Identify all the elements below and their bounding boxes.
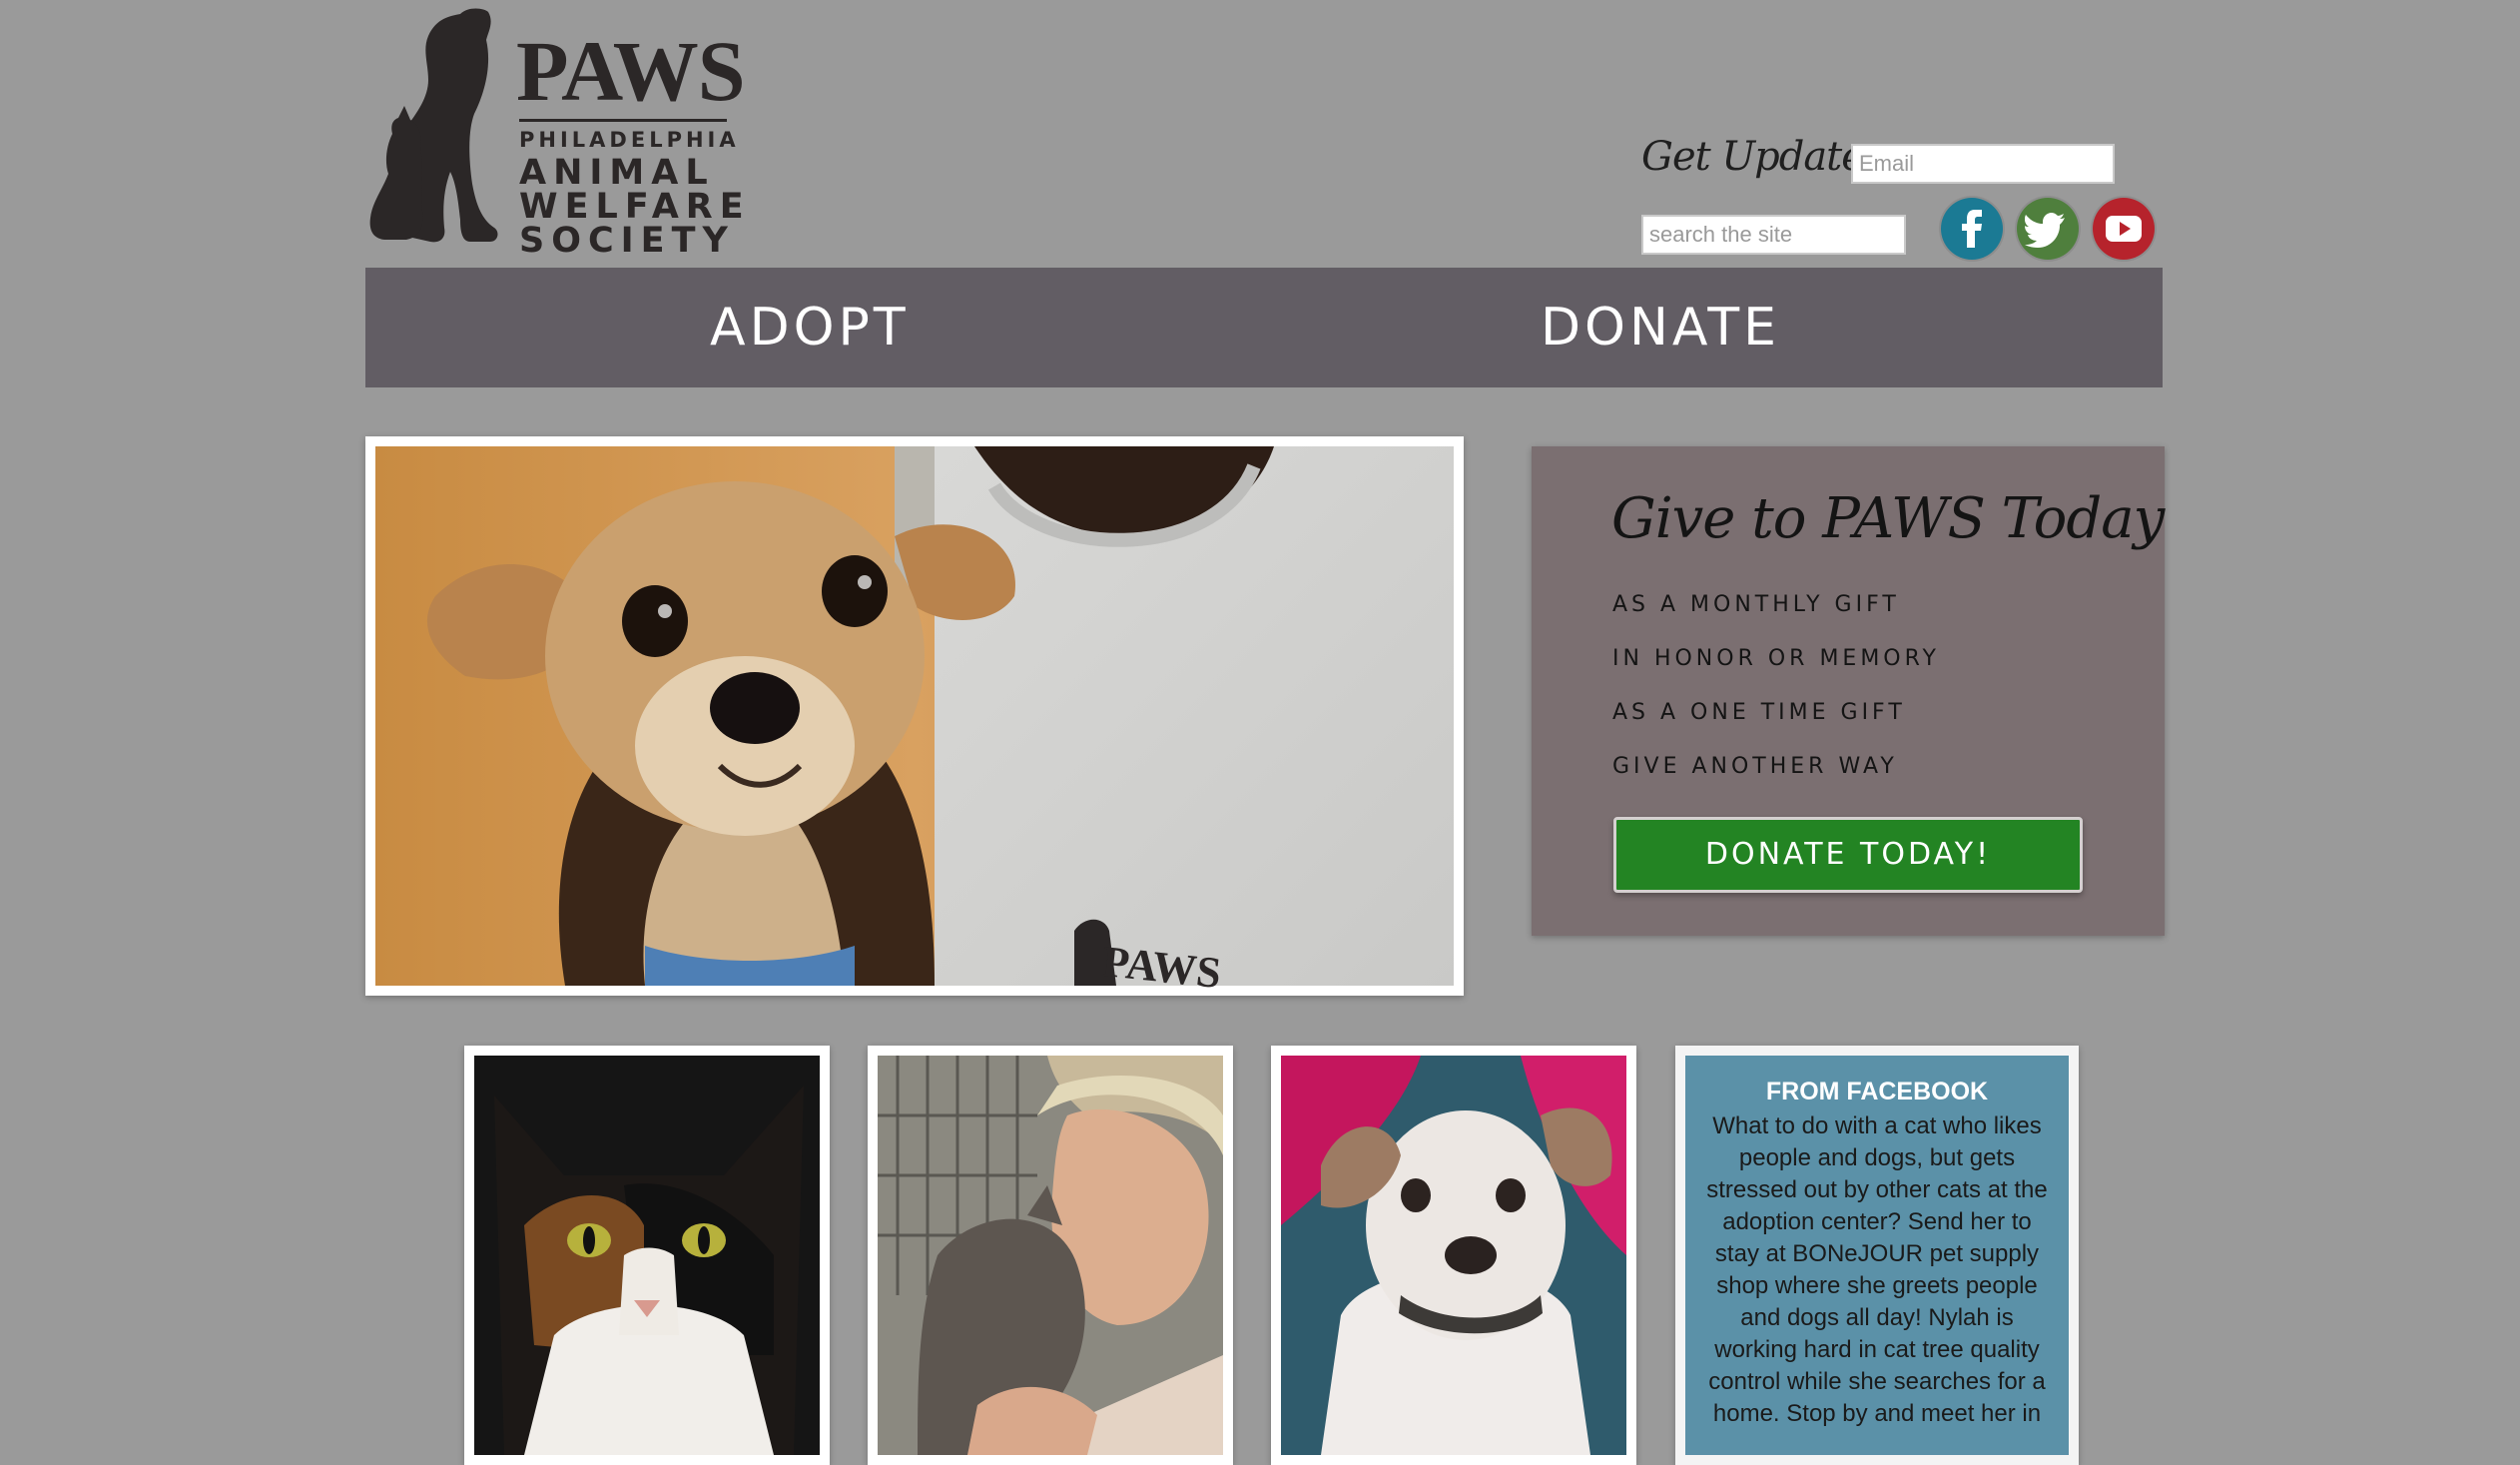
hero-shirt-text: PAWS xyxy=(1099,936,1224,999)
give-title: Give to PAWS Today xyxy=(1611,486,2165,551)
give-link-monthly[interactable]: AS A MONTHLY GIFT xyxy=(1612,592,1900,617)
twitter-icon[interactable] xyxy=(2017,198,2079,260)
facebook-feed-tile[interactable]: FROM FACEBOOK What to do with a cat who … xyxy=(1675,1046,2079,1465)
email-field[interactable] xyxy=(1851,144,2115,184)
youtube-icon[interactable] xyxy=(2093,198,2155,260)
white-puppy-photo xyxy=(1281,1056,1626,1455)
paws-logo[interactable]: PAWS PHILADELPHIA ANIMAL WELFARE SOCIETY xyxy=(364,6,746,261)
cat-photo-tile[interactable] xyxy=(464,1046,830,1465)
woman-with-kitten-photo xyxy=(878,1056,1223,1455)
logo-line-welfare: WELFARE xyxy=(519,187,751,227)
give-link-one-time[interactable]: AS A ONE TIME GIFT xyxy=(1612,700,1906,725)
hero-image-frame[interactable]: PAWS xyxy=(365,436,1464,999)
facebook-icon[interactable] xyxy=(1941,198,2003,260)
calico-cat-photo xyxy=(474,1056,820,1455)
logo-city: PHILADELPHIA xyxy=(519,128,740,152)
give-link-another-way[interactable]: GIVE ANOTHER WAY xyxy=(1612,754,1898,779)
nav-item-donate[interactable]: DONATE xyxy=(1541,268,1780,387)
logo-wordmark: PAWS xyxy=(516,23,746,119)
facebook-feed-text: What to do with a cat who likes people a… xyxy=(1706,1112,2048,1427)
logo-line-animal: ANIMAL xyxy=(519,153,715,193)
facebook-feed-content: FROM FACEBOOK What to do with a cat who … xyxy=(1685,1056,2069,1455)
nav-item-adopt[interactable]: ADOPT xyxy=(710,268,910,387)
main-nav: ADOPT DONATE xyxy=(365,268,2163,387)
logo-divider xyxy=(519,119,727,122)
kitten-photo-tile[interactable] xyxy=(868,1046,1233,1465)
give-link-honor[interactable]: IN HONOR OR MEMORY xyxy=(1612,646,1940,671)
facebook-feed-heading: FROM FACEBOOK xyxy=(1765,1078,1989,1105)
donate-today-button[interactable]: DONATE TODAY! xyxy=(1613,817,2083,893)
puppy-photo-tile[interactable] xyxy=(1271,1046,1636,1465)
search-input[interactable] xyxy=(1641,215,1906,255)
give-panel: Give to PAWS Today AS A MONTHLY GIFT IN … xyxy=(1532,446,2165,936)
dog-cat-silhouette-icon xyxy=(369,8,498,243)
hero-dog-photo xyxy=(375,446,1454,986)
logo-line-society: SOCIETY xyxy=(519,221,735,261)
